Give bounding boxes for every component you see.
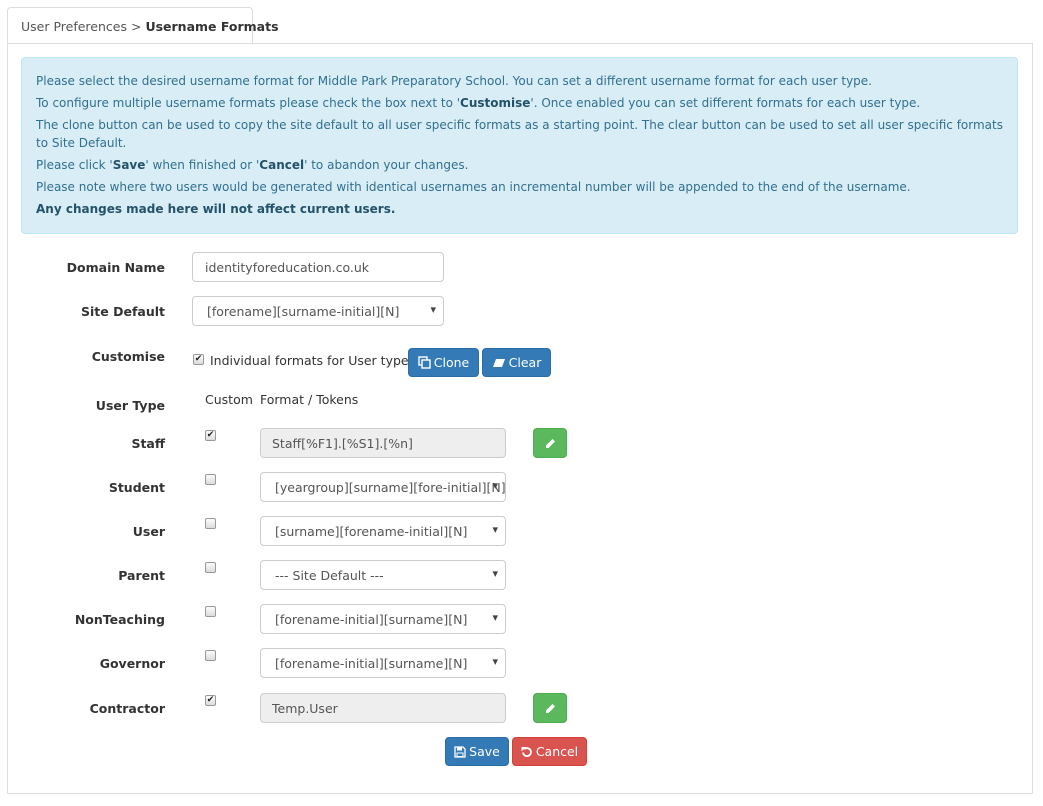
custom-checkbox-governor[interactable] [205, 650, 216, 661]
site-default-label: Site Default [81, 304, 165, 319]
clone-button[interactable]: Clone [408, 348, 479, 377]
user-type-label-staff: Staff [131, 436, 165, 451]
customise-checkbox[interactable]: ✔ [193, 354, 204, 365]
tab-username-formats[interactable]: User Preferences > Username Formats [7, 7, 279, 43]
info-alert: Please select the desired username forma… [21, 57, 1018, 234]
customise-text: Individual formats for User types [210, 353, 416, 368]
user-type-label-parent: Parent [118, 568, 165, 583]
user-type-label-student: Student [108, 480, 165, 495]
format-select-nonteaching[interactable]: [forename-initial][surname][N] [260, 604, 506, 634]
breadcrumb-separator: > [130, 19, 142, 34]
info-line-2: To configure multiple username formats p… [36, 96, 921, 110]
eraser-icon [492, 358, 506, 368]
edit-format-button-staff[interactable] [533, 428, 567, 458]
format-input-staff[interactable]: Staff[%F1].[%S1].[%n] [260, 428, 506, 458]
format-select-student[interactable]: [yeargroup][surname][fore-initial][N] [260, 472, 506, 502]
custom-checkbox-contractor[interactable]: ✔ [205, 695, 216, 706]
domain-name-input[interactable]: identityforeducation.co.uk [192, 252, 444, 282]
custom-checkbox-staff[interactable]: ✔ [205, 430, 216, 441]
customise-label: Customise [91, 349, 165, 364]
pencil-icon [545, 438, 556, 449]
user-type-label-user: User [132, 524, 165, 539]
custom-checkbox-nonteaching[interactable] [205, 606, 216, 617]
format-input-contractor[interactable]: Temp.User [260, 693, 506, 723]
format-select-governor[interactable]: [forename-initial][surname][N] [260, 648, 506, 678]
custom-checkbox-student[interactable] [205, 474, 216, 485]
user-type-label-governor: Governor [99, 656, 165, 671]
format-select-user[interactable]: [surname][forename-initial][N] [260, 516, 506, 546]
user-type-label-nonteaching: NonTeaching [74, 612, 165, 627]
pencil-icon [545, 703, 556, 714]
format-column-header: Format / Tokens [260, 392, 359, 407]
cancel-button[interactable]: Cancel [512, 737, 587, 766]
breadcrumb-current: Username Formats [145, 19, 279, 34]
custom-checkbox-user[interactable] [205, 518, 216, 529]
info-line-3: The clone button can be used to copy the… [36, 118, 1003, 150]
site-default-select[interactable]: [forename][surname-initial][N] [192, 296, 444, 326]
domain-name-label: Domain Name [66, 260, 165, 275]
clear-button[interactable]: Clear [482, 348, 551, 377]
info-line-6: Any changes made here will not affect cu… [36, 202, 396, 216]
custom-column-header: Custom [205, 392, 253, 407]
format-select-parent[interactable]: --- Site Default --- [260, 560, 506, 590]
user-type-label-contractor: Contractor [89, 701, 165, 716]
edit-format-button-contractor[interactable] [533, 693, 567, 723]
breadcrumb-parent[interactable]: User Preferences [21, 19, 127, 34]
user-type-label: User Type [95, 398, 165, 413]
info-line-5: Please note where two users would be gen… [36, 180, 911, 194]
floppy-disk-icon [454, 745, 466, 758]
save-button[interactable]: Save [445, 737, 509, 766]
info-line-1: Please select the desired username forma… [36, 74, 872, 88]
undo-icon [521, 746, 533, 758]
clone-icon [418, 356, 431, 369]
custom-checkbox-parent[interactable] [205, 562, 216, 573]
info-line-4: Please click 'Save' when finished or 'Ca… [36, 158, 469, 172]
